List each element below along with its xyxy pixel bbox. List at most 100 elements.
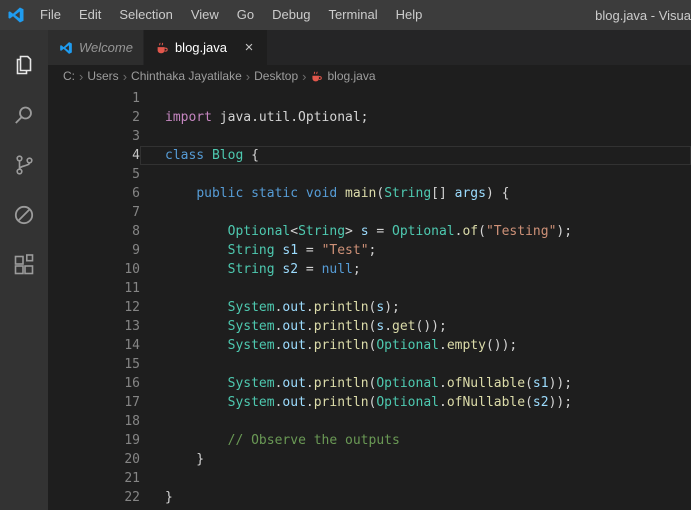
code-line-11[interactable]: 11 — [48, 279, 691, 298]
code-line-9[interactable]: 9 String s1 = "Test"; — [48, 241, 691, 260]
line-number: 21 — [124, 471, 140, 486]
breadcrumb-separator: › — [79, 68, 84, 84]
line-number: 10 — [124, 262, 140, 277]
code-line-13[interactable]: 13 System.out.println(s.get()); — [48, 317, 691, 336]
vscode-logo-icon — [59, 41, 73, 55]
code-line-22[interactable]: 22} — [48, 488, 691, 507]
line-number: 12 — [124, 300, 140, 315]
source-control-icon — [12, 153, 36, 177]
code-content: } — [165, 490, 173, 505]
code-line-19[interactable]: 19 // Observe the outputs — [48, 431, 691, 450]
line-number: 8 — [132, 224, 140, 239]
code-content — [140, 355, 691, 374]
line-number: 1 — [132, 91, 140, 106]
tab-welcome[interactable]: Welcome — [48, 30, 144, 65]
code-line-17[interactable]: 17 System.out.println(Optional.ofNullabl… — [48, 393, 691, 412]
code-line-10[interactable]: 10 String s2 = null; — [48, 260, 691, 279]
line-number: 2 — [132, 110, 140, 125]
activity-bar — [0, 30, 48, 510]
line-number: 18 — [124, 414, 140, 429]
code-line-8[interactable]: 8 Optional<String> s = Optional.of("Test… — [48, 222, 691, 241]
tab-bar: Welcome blog.java × — [48, 30, 691, 65]
code-content: // Observe the outputs — [227, 433, 400, 448]
line-number: 9 — [132, 243, 140, 258]
code-content: String s2 = null; — [227, 262, 361, 277]
tab-label: blog.java — [174, 40, 227, 55]
code-line-14[interactable]: 14 System.out.println(Optional.empty()); — [48, 336, 691, 355]
menu-debug[interactable]: Debug — [263, 0, 319, 30]
breadcrumb-item-desktop[interactable]: Desktop — [254, 69, 298, 83]
activity-debug[interactable] — [0, 190, 48, 240]
code-line-1[interactable]: 1 — [48, 89, 691, 108]
activity-explorer[interactable] — [0, 40, 48, 90]
code-content — [140, 89, 691, 108]
breadcrumb-label: Chinthaka Jayatilake — [131, 69, 242, 83]
line-number: 6 — [132, 186, 140, 201]
code-content: System.out.println(Optional.empty()); — [227, 338, 518, 353]
breadcrumb-label: Desktop — [254, 69, 299, 83]
code-line-15[interactable]: 15 — [48, 355, 691, 374]
code-line-3[interactable]: 3 — [48, 127, 691, 146]
code-line-2[interactable]: 2 import java.util.Optional; — [48, 108, 691, 127]
code-line-16[interactable]: 16 System.out.println(Optional.ofNullabl… — [48, 374, 691, 393]
code-line-20[interactable]: 20 } — [48, 450, 691, 469]
menu-help[interactable]: Help — [387, 0, 432, 30]
menu-bar: File Edit Selection View Go Debug Terminal Help — [31, 0, 431, 30]
breadcrumb-item-c[interactable]: C: — [63, 69, 75, 83]
line-number: 7 — [132, 205, 140, 220]
code-line-5[interactable]: 5 — [48, 165, 691, 184]
line-number: 17 — [124, 395, 140, 410]
code-content: public static void main(String[] args) { — [196, 186, 510, 201]
code-content: System.out.println(Optional.ofNullable(s… — [227, 376, 573, 391]
title-bar: File Edit Selection View Go Debug Terminal Help… — [0, 0, 691, 30]
code-content: System.out.println(Optional.ofNullable(s… — [227, 395, 573, 410]
menu-selection[interactable]: Selection — [110, 0, 181, 30]
tab-label: Welcome — [79, 40, 133, 55]
code-line-18[interactable]: 18 — [48, 412, 691, 431]
breadcrumb-item-users[interactable]: Users — [87, 69, 118, 83]
code-content: import java.util.Optional; — [165, 110, 369, 125]
breadcrumb-item-blog-java[interactable]: blog.java — [310, 69, 376, 83]
line-number: 11 — [124, 281, 140, 296]
tab-blog-java[interactable]: blog.java × — [143, 30, 268, 65]
line-number: 5 — [132, 167, 140, 182]
breadcrumb-item-chinthaka-jayatilake[interactable]: Chinthaka Jayatilake — [131, 69, 242, 83]
code-editor[interactable]: 1 2 import java.util.Optional; 3 4 class Blog… — [48, 87, 691, 510]
line-number: 13 — [124, 319, 140, 334]
code-content: System.out.println(s.get()); — [227, 319, 447, 334]
code-content: } — [165, 452, 205, 467]
java-file-icon — [155, 41, 169, 55]
window-title: blog.java - Visua — [595, 7, 691, 23]
editor-group: Welcome blog.java × C: › Users › Chinthaka Jay… — [48, 30, 691, 510]
code-content — [140, 203, 691, 222]
code-content: String s1 = "Test"; — [227, 243, 377, 258]
code-content: System.out.println(s); — [227, 300, 400, 315]
activity-extensions[interactable] — [0, 240, 48, 290]
menu-edit[interactable]: Edit — [70, 0, 110, 30]
extensions-icon — [12, 253, 36, 277]
activity-source-control[interactable] — [0, 140, 48, 190]
menu-terminal[interactable]: Terminal — [319, 0, 386, 30]
search-icon — [12, 103, 36, 127]
close-icon[interactable]: × — [241, 40, 257, 55]
line-number: 19 — [124, 433, 140, 448]
code-line-12[interactable]: 12 System.out.println(s); — [48, 298, 691, 317]
breadcrumb-separator: › — [245, 68, 251, 84]
activity-search[interactable] — [0, 90, 48, 140]
menu-file[interactable]: File — [31, 0, 70, 30]
menu-view[interactable]: View — [182, 0, 228, 30]
code-line-6[interactable]: 6 public static void main(String[] args)… — [48, 184, 691, 203]
breadcrumb-separator: › — [122, 68, 128, 84]
code-line-4[interactable]: 4 class Blog { — [48, 146, 691, 165]
code-content — [140, 127, 691, 146]
breadcrumb-separator: › — [302, 68, 307, 84]
code-line-7[interactable]: 7 — [48, 203, 691, 222]
breadcrumb: C: › Users › Chinthaka Jayatilake › Desktop › bl… — [48, 65, 691, 87]
vscode-logo-icon — [7, 6, 25, 24]
line-number: 14 — [124, 338, 140, 353]
code-line-21[interactable]: 21 — [48, 469, 691, 488]
menu-go[interactable]: Go — [228, 0, 263, 30]
code-content — [140, 412, 691, 431]
workbench: Welcome blog.java × C: › Users › Chinthaka Jay… — [0, 30, 691, 510]
files-icon — [12, 53, 36, 77]
